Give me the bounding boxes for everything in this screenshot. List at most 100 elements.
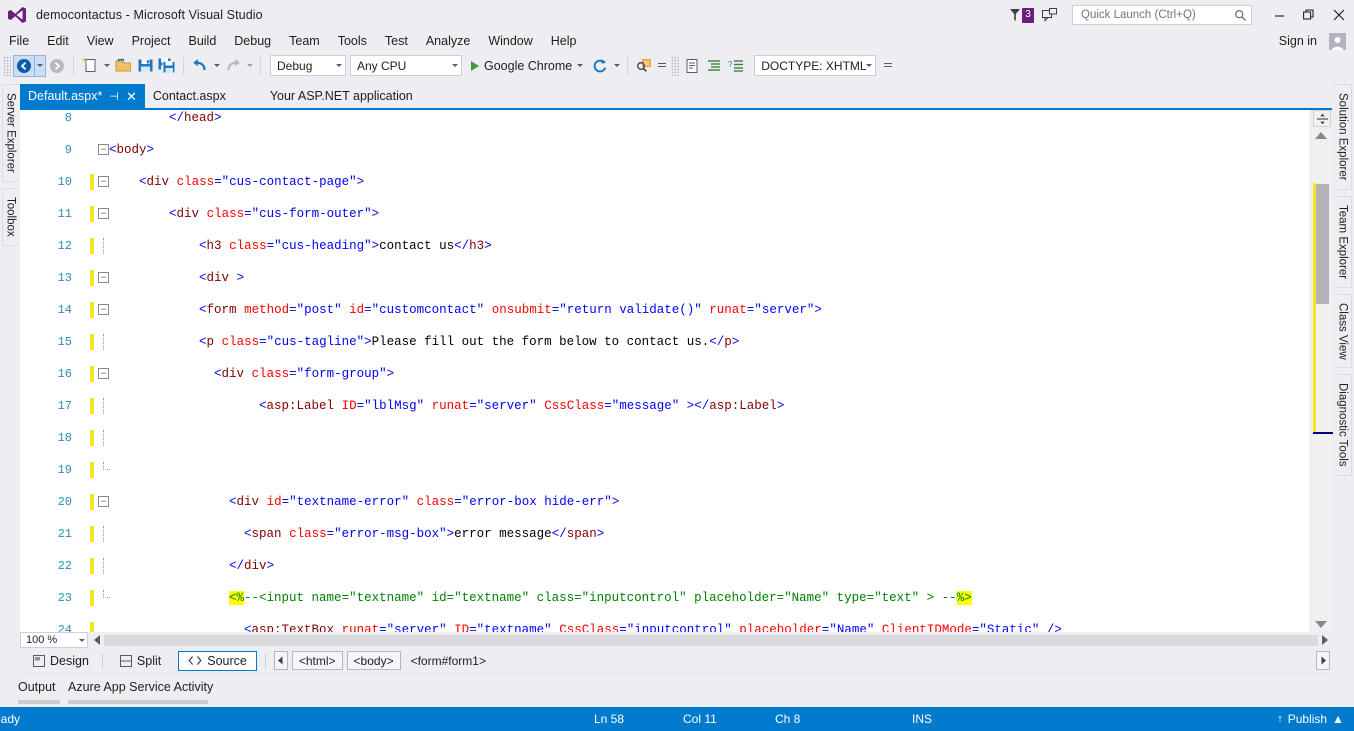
close-button[interactable] xyxy=(1324,0,1354,30)
code-line[interactable]: 19 xyxy=(20,462,1310,478)
bottom-tab-output[interactable]: Output xyxy=(18,680,56,694)
restore-button[interactable] xyxy=(1294,0,1324,30)
fold-toggle-icon[interactable]: − xyxy=(98,208,109,219)
solution-platform-combo[interactable]: Any CPU xyxy=(350,55,462,76)
solution-configuration-combo[interactable]: Debug xyxy=(270,55,346,76)
sign-in-button[interactable]: Sign in xyxy=(1271,32,1325,50)
open-file-button[interactable] xyxy=(112,55,134,77)
send-feedback-button[interactable] xyxy=(1042,8,1058,22)
code-editor[interactable]: 8 </head> 9− <body> 10− <div class="cus-con… xyxy=(20,108,1333,634)
menu-build[interactable]: Build xyxy=(179,31,225,51)
bottom-tab-azure-app-service-activity[interactable]: Azure App Service Activity xyxy=(68,680,213,694)
fold-toggle-icon[interactable]: − xyxy=(98,176,109,187)
code-line[interactable]: 24 <asp:TextBox runat="server" ID="textn… xyxy=(20,622,1310,632)
code-line[interactable]: 10 − <div class="cus-contact-page"> xyxy=(20,174,1310,190)
code-line[interactable]: 9 − <body> xyxy=(20,142,1310,158)
editor-tab-default-aspx[interactable]: Default.aspx* ⊣ ✕ xyxy=(20,84,145,108)
avatar[interactable] xyxy=(1329,32,1346,50)
undo-dropdown[interactable] xyxy=(211,55,222,77)
dock-tab-class-view[interactable]: Class View xyxy=(1334,293,1352,369)
quick-launch-input[interactable] xyxy=(1079,8,1234,22)
horizontal-scroll-track[interactable] xyxy=(104,634,1318,646)
scroll-right-arrow-icon[interactable] xyxy=(1322,635,1328,645)
editor-tab-contact-aspx[interactable]: Contact.aspx xyxy=(145,84,234,108)
dock-tab-toolbox[interactable]: Toolbox xyxy=(1,187,19,246)
save-all-button[interactable] xyxy=(156,55,178,77)
dock-tab-team-explorer[interactable]: Team Explorer xyxy=(1334,195,1352,288)
new-item-dropdown[interactable] xyxy=(101,55,112,77)
pin-icon[interactable]: ⊣ xyxy=(109,90,119,103)
quick-launch-box[interactable] xyxy=(1072,5,1252,25)
code-line[interactable]: 22 </div> xyxy=(20,558,1310,574)
redo-dropdown[interactable] xyxy=(244,55,255,77)
dock-tab-solution-explorer[interactable]: Solution Explorer xyxy=(1334,84,1352,190)
start-debugging-dropdown[interactable] xyxy=(574,55,585,77)
code-line[interactable]: 20 − <div id="textname-error" class="erro… xyxy=(20,494,1310,510)
notifications-button[interactable]: 3 xyxy=(1009,7,1034,23)
status-publish-area[interactable]: ↑ Publish ▲ xyxy=(1277,712,1344,726)
save-button[interactable] xyxy=(134,55,156,77)
code-line[interactable]: 12 <h3 class="cus-heading">contact us</h… xyxy=(20,238,1310,254)
editor-split-handle[interactable] xyxy=(1313,110,1331,127)
breadcrumb-form[interactable]: <form#form1> xyxy=(405,651,492,670)
doctype-combo[interactable]: DOCTYPE: XHTML5 xyxy=(754,55,877,76)
menu-project[interactable]: Project xyxy=(123,31,180,51)
source-view-button[interactable]: Source xyxy=(178,650,257,671)
code-line[interactable]: 14 − <form method="post" id="customcontac… xyxy=(20,302,1310,318)
scroll-up-icon[interactable] xyxy=(1315,132,1327,139)
format-document-button[interactable] xyxy=(703,55,725,77)
code-line[interactable]: 16 − <div class="form-group"> xyxy=(20,366,1310,382)
find-overflow-dropdown[interactable] xyxy=(655,62,668,69)
document-outline-button[interactable] xyxy=(681,55,703,77)
scroll-down-icon[interactable] xyxy=(1315,621,1327,628)
find-in-files-button[interactable] xyxy=(633,55,655,77)
code-line[interactable]: 18 xyxy=(20,430,1310,446)
breadcrumb-left-arrow-icon[interactable] xyxy=(273,651,288,670)
fold-toggle-icon[interactable]: − xyxy=(98,368,109,379)
minimize-button[interactable] xyxy=(1264,0,1294,30)
code-line[interactable]: 15 <p class="cus-tagline">Please fill ou… xyxy=(20,334,1310,350)
menu-tools[interactable]: Tools xyxy=(329,31,376,51)
menu-analyze[interactable]: Analyze xyxy=(417,31,479,51)
redo-button[interactable] xyxy=(222,55,244,77)
format-selection-button[interactable]: ? xyxy=(725,55,747,77)
menu-file[interactable]: File xyxy=(0,31,38,51)
menu-debug[interactable]: Debug xyxy=(225,31,280,51)
toolbar-grip[interactable] xyxy=(3,55,11,76)
code-line[interactable]: 8 </head> xyxy=(20,110,1310,126)
navigate-backward-button[interactable] xyxy=(13,54,35,77)
menu-view[interactable]: View xyxy=(78,31,123,51)
scrollbar-thumb[interactable] xyxy=(1316,184,1329,304)
code-line[interactable]: 21 <span class="error-msg-box">error mes… xyxy=(20,526,1310,542)
code-line[interactable]: 17 <asp:Label ID="lblMsg" runat="server"… xyxy=(20,398,1310,414)
breadcrumb-html[interactable]: <html> xyxy=(291,651,343,670)
zoom-combo[interactable]: 100 % xyxy=(20,632,88,648)
toolbar-grip-2[interactable] xyxy=(671,55,680,76)
breadcrumb-right-arrow-icon[interactable] xyxy=(1316,651,1330,670)
menu-window[interactable]: Window xyxy=(479,31,541,51)
dock-tab-server-explorer[interactable]: Server Explorer xyxy=(1,84,19,182)
scroll-left-arrow-icon[interactable] xyxy=(94,635,100,645)
refresh-browser-dropdown[interactable] xyxy=(611,55,622,77)
close-tab-icon[interactable]: ✕ xyxy=(126,90,137,103)
new-item-button[interactable] xyxy=(79,55,101,77)
navigate-forward-button[interactable] xyxy=(46,55,68,77)
breadcrumb-body[interactable]: <body> xyxy=(346,651,401,670)
dock-tab-diagnostic-tools[interactable]: Diagnostic Tools xyxy=(1334,374,1352,476)
toolbar-overflow-button[interactable] xyxy=(881,62,894,69)
caret-up-icon[interactable]: ▲ xyxy=(1332,712,1344,726)
menu-test[interactable]: Test xyxy=(376,31,417,51)
code-text-area[interactable]: 8 </head> 9− <body> 10− <div class="cus-con… xyxy=(20,110,1310,632)
split-view-button[interactable]: Split xyxy=(111,651,170,671)
editor-vertical-scrollbar[interactable] xyxy=(1310,110,1333,634)
undo-button[interactable] xyxy=(189,55,211,77)
fold-toggle-icon[interactable]: − xyxy=(98,144,109,155)
menu-edit[interactable]: Edit xyxy=(38,31,78,51)
code-line[interactable]: 11 − <div class="cus-form-outer"> xyxy=(20,206,1310,222)
fold-toggle-icon[interactable]: − xyxy=(98,304,109,315)
editor-tab-aspnet-application[interactable]: Your ASP.NET application xyxy=(262,84,421,108)
fold-toggle-icon[interactable]: − xyxy=(98,272,109,283)
code-line[interactable]: 23 <%--<input name="textname" id="textna… xyxy=(20,590,1310,606)
code-line[interactable]: 13 − <div > xyxy=(20,270,1310,286)
menu-help[interactable]: Help xyxy=(542,31,586,51)
